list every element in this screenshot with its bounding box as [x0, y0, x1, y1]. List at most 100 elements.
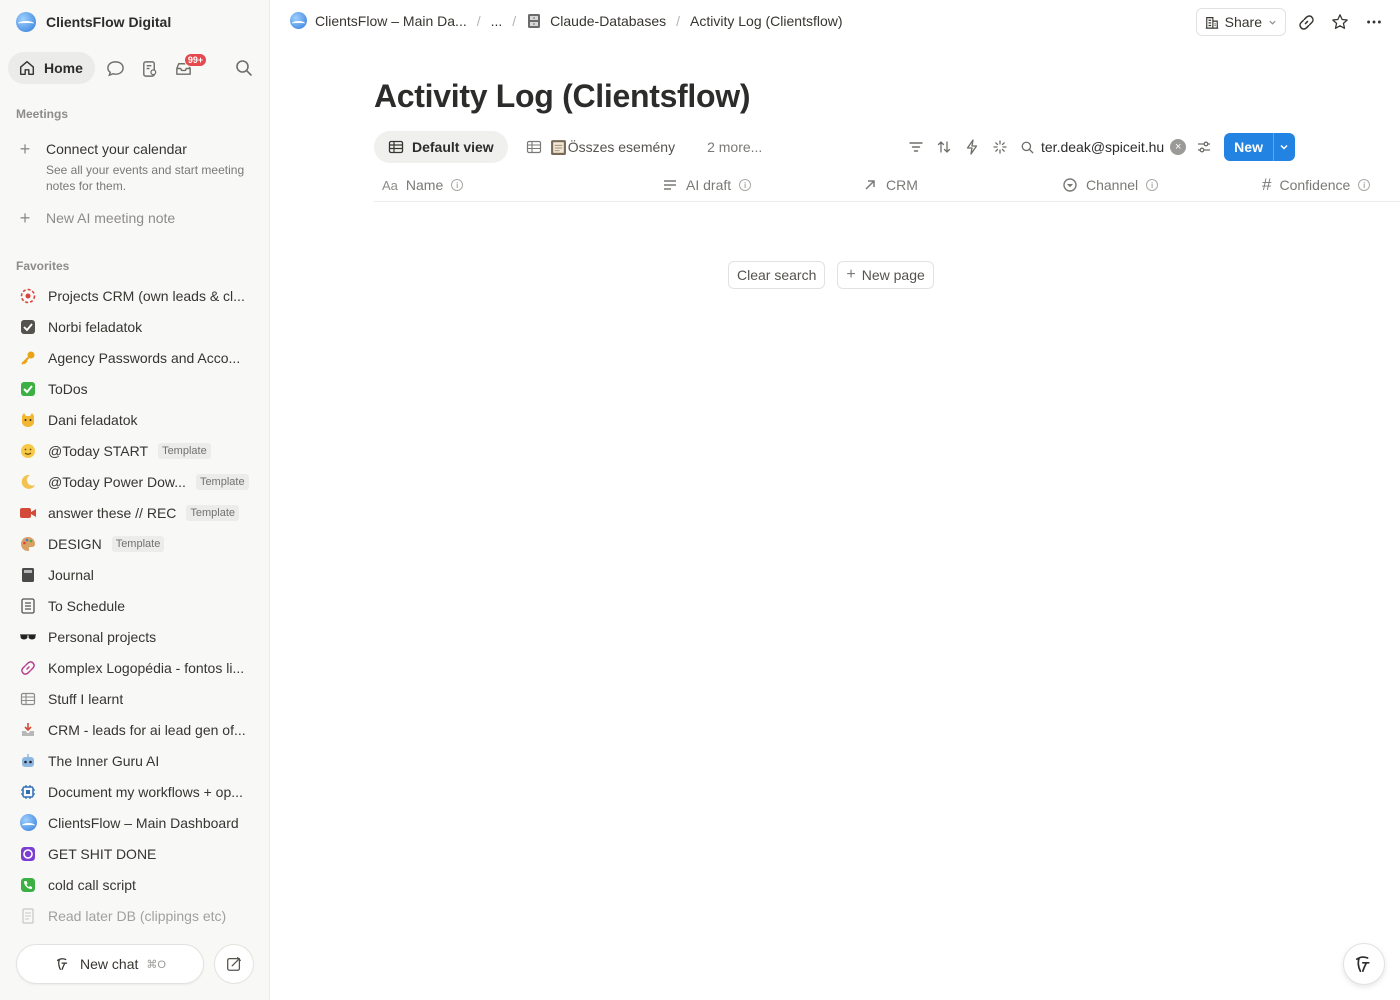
tab-all-events[interactable]: Összes esemény	[512, 131, 689, 163]
database-search[interactable]: ter.deak@spiceit.hu ×	[1020, 139, 1187, 155]
chevron-down-icon	[1269, 20, 1276, 25]
home-button[interactable]: Home	[8, 52, 95, 84]
favorite-item[interactable]: ToDos	[8, 373, 262, 404]
inbox-tray-icon	[18, 720, 38, 740]
favorite-item[interactable]: DESIGN Template	[8, 528, 262, 559]
tab-label: Default view	[412, 139, 494, 155]
favorite-item[interactable]: Dani feladatok	[8, 404, 262, 435]
column-header-confidence[interactable]: # Confidence i	[1262, 169, 1371, 201]
table-icon	[526, 140, 541, 154]
breadcrumb-item[interactable]: ClientsFlow – Main Da...	[290, 12, 467, 29]
favorite-label: DESIGN	[48, 535, 102, 552]
inbox-badge: 99+	[183, 53, 208, 67]
favorite-item[interactable]: The Inner Guru AI	[8, 745, 262, 776]
favorite-item[interactable]: Personal projects	[8, 621, 262, 652]
breadcrumb-item[interactable]: Claude-Databases	[526, 13, 666, 29]
breadcrumb-ellipsis[interactable]: ...	[491, 13, 503, 29]
column-label: CRM	[886, 177, 918, 193]
new-record-dropdown[interactable]	[1272, 133, 1295, 161]
favorite-item[interactable]: cold call script	[8, 869, 262, 900]
favorite-label: The Inner Guru AI	[48, 752, 160, 769]
app-icon	[18, 844, 38, 864]
favorite-item[interactable]: Stuff I learnt	[8, 683, 262, 714]
favorite-label: Komplex Logopédia - fontos li...	[48, 659, 245, 676]
breadcrumb-item-current[interactable]: Activity Log (Clientsflow)	[690, 13, 843, 29]
topbar: ClientsFlow – Main Da... / ... / Claude-…	[270, 0, 1400, 44]
connect-calendar-desc: See all your events and start meeting no…	[46, 163, 245, 193]
clear-search-icon[interactable]: ×	[1170, 139, 1187, 155]
building-icon	[1205, 17, 1218, 29]
favorite-item[interactable]: Journal	[8, 559, 262, 590]
favorite-item[interactable]: ClientsFlow – Main Dashboard	[8, 807, 262, 838]
new-ai-meeting-note-label: New AI meeting note	[46, 210, 176, 226]
key-icon	[18, 348, 38, 368]
sort-button[interactable]	[930, 133, 958, 161]
new-record-button[interactable]: New	[1224, 133, 1273, 161]
chat-button[interactable]	[99, 52, 133, 84]
ledger-icon	[550, 139, 566, 155]
favorite-item[interactable]: Norbi feladatok	[8, 311, 262, 342]
favorite-item[interactable]: @Today START Template	[8, 435, 262, 466]
favorite-item[interactable]: answer these // REC Template	[8, 497, 262, 528]
connect-calendar[interactable]: + Connect your calendar See all your eve…	[16, 140, 256, 194]
favorite-label: ClientsFlow – Main Dashboard	[48, 814, 239, 831]
page-title[interactable]: Activity Log (Clientsflow)	[374, 78, 751, 115]
favorite-item[interactable]: Komplex Logopédia - fontos li...	[8, 652, 262, 683]
favorite-item[interactable]: Agency Passwords and Acco...	[8, 342, 262, 373]
inbox-button[interactable]: 99+	[167, 52, 208, 84]
moon-icon	[18, 472, 38, 492]
sliders-icon	[1198, 141, 1211, 153]
topbar-actions: Share	[1195, 8, 1388, 36]
column-header-crm[interactable]: CRM	[862, 169, 918, 201]
view-settings-button[interactable]	[1190, 133, 1218, 161]
workspace-switcher[interactable]: ClientsFlow Digital	[16, 10, 171, 34]
copy-link-button[interactable]	[1292, 8, 1320, 36]
column-header-name[interactable]: Aa Name i	[382, 169, 464, 201]
breadcrumb-label: ...	[490, 12, 503, 29]
meeting-notes-button[interactable]	[133, 52, 167, 84]
clear-search-button[interactable]: Clear search	[728, 261, 826, 289]
file-cabinet-icon	[528, 13, 541, 28]
new-ai-meeting-note[interactable]: + New AI meeting note	[16, 209, 175, 227]
tab-default-view[interactable]: Default view	[374, 131, 508, 163]
new-page-button[interactable]	[214, 944, 254, 984]
favorite-item[interactable]: To Schedule	[8, 590, 262, 621]
favorite-button[interactable]	[1326, 8, 1354, 36]
search-button[interactable]	[234, 58, 254, 78]
more-horizontal-icon	[1367, 20, 1381, 24]
template-tag: Template	[195, 473, 249, 490]
link-icon	[1298, 14, 1314, 30]
favorites-section-title: Favorites	[16, 259, 70, 273]
workspace-name: ClientsFlow Digital	[46, 14, 172, 30]
check-mark-icon	[18, 379, 38, 399]
favorite-item[interactable]: GET SHIT DONE	[8, 838, 262, 869]
template-tag: Template	[186, 504, 240, 521]
ai-face-icon	[57, 958, 68, 971]
new-chat-label: New chat	[80, 956, 139, 972]
ai-autofill-button[interactable]	[986, 133, 1014, 161]
share-button[interactable]: Share	[1195, 8, 1286, 36]
new-page-button[interactable]: + New page	[837, 261, 934, 289]
database-toolbar: ter.deak@spiceit.hu × New	[902, 131, 1295, 163]
new-chat-shortcut: ⌘O	[146, 958, 166, 971]
number-property-icon: #	[1262, 175, 1272, 194]
more-views-button[interactable]: 2 more...	[693, 131, 776, 163]
phone-icon	[18, 875, 38, 895]
ai-assistant-button[interactable]	[1343, 943, 1385, 985]
palette-icon	[18, 534, 38, 554]
favorite-item[interactable]: @Today Power Dow... Template	[8, 466, 262, 497]
new-chat-button[interactable]: New chat ⌘O	[16, 944, 204, 984]
column-header-channel[interactable]: Channel i	[1062, 169, 1159, 201]
table-header: Aa Name i AI draft i CRM Channel i # Con…	[374, 169, 1400, 202]
favorite-item[interactable]: CRM - leads for ai lead gen of...	[8, 714, 262, 745]
tab-label: Összes esemény	[567, 139, 676, 155]
filter-button[interactable]	[902, 133, 930, 161]
favorite-item[interactable]: Document my workflows + op...	[8, 776, 262, 807]
search-input[interactable]: ter.deak@spiceit.hu	[1041, 139, 1164, 155]
favorite-item[interactable]: Read later DB (clippings etc)	[8, 900, 262, 931]
favorite-label: Personal projects	[48, 628, 157, 645]
favorite-item[interactable]: Projects CRM (own leads & cl...	[8, 280, 262, 311]
more-options-button[interactable]	[1360, 8, 1388, 36]
automations-button[interactable]	[958, 133, 986, 161]
column-header-ai-draft[interactable]: AI draft i	[662, 169, 752, 201]
